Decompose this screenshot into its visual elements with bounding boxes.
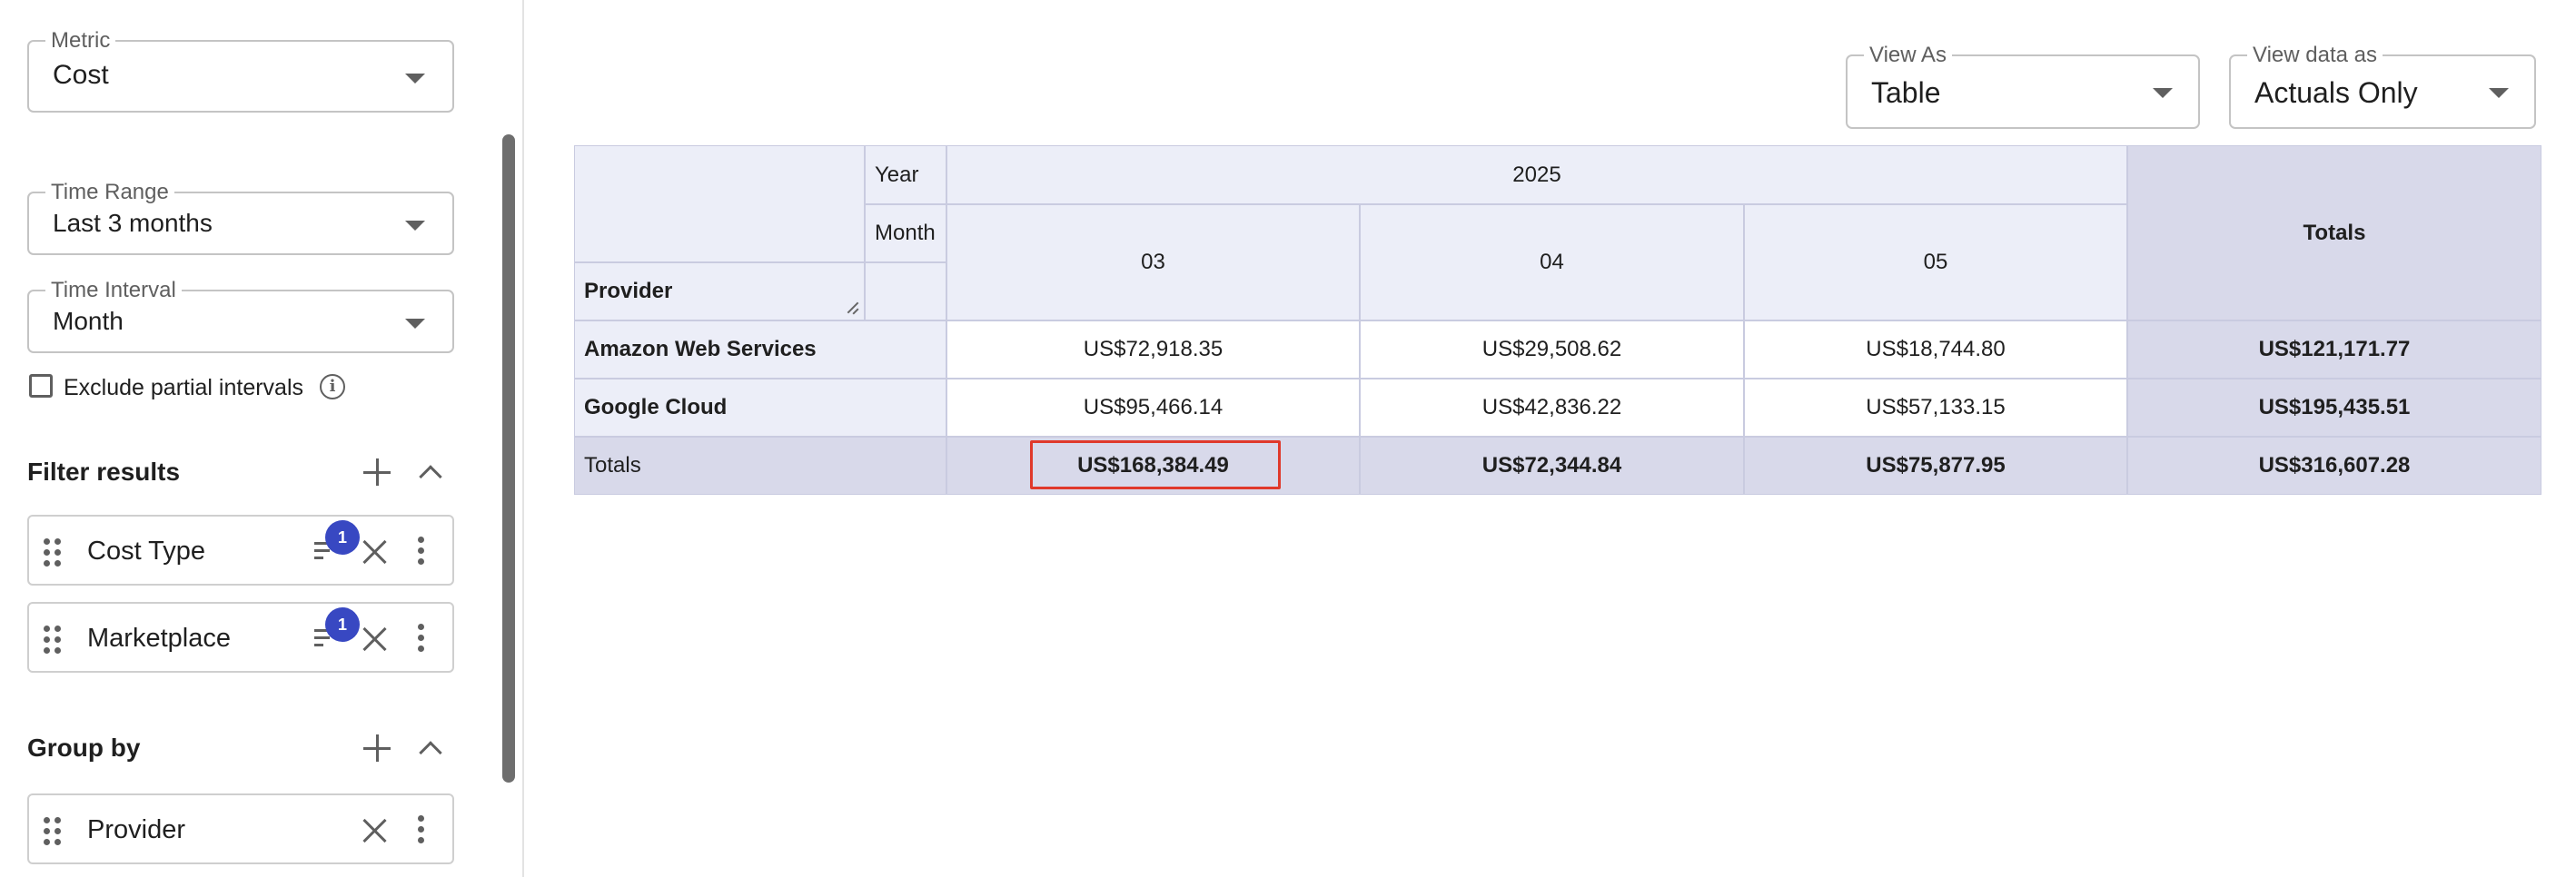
row-total-cell[interactable]: US$121,171.77 [2127,320,2541,379]
chevron-down-icon [2153,88,2173,98]
filter-count-badge: 1 [325,607,360,642]
chevron-down-icon [405,319,425,329]
pivot-empty-cell [865,262,946,320]
chevron-down-icon [405,221,425,231]
totals-column-header: Totals [2127,145,2541,320]
sidebar: Metric Cost Time Range Last 3 months Tim… [0,0,524,877]
year-axis-label: Year [865,145,946,204]
exclude-partial-label: Exclude partial intervals [64,375,304,400]
close-icon[interactable] [362,538,389,566]
column-total-cell[interactable]: US$72,344.84 [1360,437,1744,495]
value-cell[interactable]: US$29,508.62 [1360,320,1744,379]
value-cell[interactable]: US$72,918.35 [946,320,1360,379]
metric-label: Metric [45,28,116,54]
more-vert-icon[interactable] [418,815,425,844]
pivot-corner-cell [574,145,865,262]
value-cell[interactable]: US$18,744.80 [1744,320,2127,379]
filter-count-badge: 1 [325,520,360,555]
close-icon[interactable] [362,817,389,844]
column-total-cell[interactable]: US$168,384.49 [946,437,1360,495]
provider-row-header[interactable]: Provider [574,262,865,320]
filter-chip-label: Marketplace [87,624,231,653]
month-header: 04 [1360,204,1744,320]
more-vert-icon[interactable] [418,624,425,653]
group-by-title: Group by [27,734,141,762]
view-data-as-label: View data as [2247,43,2383,68]
chevron-down-icon [2489,88,2509,98]
provider-header-label: Provider [584,279,673,303]
add-filter-icon[interactable] [362,457,392,488]
row-header-provider: Google Cloud [574,379,946,437]
time-interval-value: Month [53,307,124,335]
collapse-group-icon[interactable] [419,741,442,764]
metric-value: Cost [53,60,109,90]
view-data-as-select[interactable]: View data as Actuals Only [2229,43,2536,129]
month-axis-label: Month [865,204,946,262]
filter-chip-marketplace[interactable]: Marketplace 1 [27,602,454,673]
time-range-select[interactable]: Time Range Last 3 months [27,180,454,255]
month-header: 03 [946,204,1360,320]
value-cell[interactable]: US$57,133.15 [1744,379,2127,437]
month-header: 05 [1744,204,2127,320]
time-interval-select[interactable]: Time Interval Month [27,278,454,353]
view-as-label: View As [1864,43,1952,68]
collapse-filters-icon[interactable] [419,465,442,488]
resize-handle-icon[interactable] [846,301,858,314]
totals-row-header: Totals [574,437,946,495]
column-total-cell[interactable]: US$75,877.95 [1744,437,2127,495]
time-interval-label: Time Interval [45,278,182,303]
drag-handle-icon[interactable] [44,538,62,567]
row-total-cell[interactable]: US$195,435.51 [2127,379,2541,437]
year-header: 2025 [946,145,2127,204]
more-vert-icon[interactable] [418,537,425,566]
close-icon[interactable] [362,626,389,653]
view-as-select[interactable]: View As Table [1846,43,2200,129]
value-cell[interactable]: US$95,466.14 [946,379,1360,437]
drag-handle-icon[interactable] [44,626,62,654]
time-range-label: Time Range [45,180,174,205]
group-chip-label: Provider [87,815,185,844]
drag-handle-icon[interactable] [44,817,62,845]
view-data-as-value: Actuals Only [2254,76,2418,109]
view-as-value: Table [1871,76,1941,109]
group-chip-provider[interactable]: Provider [27,793,454,864]
info-icon[interactable]: i [320,374,345,399]
filter-results-title: Filter results [27,458,181,486]
exclude-partial-checkbox[interactable] [29,374,53,398]
time-range-value: Last 3 months [53,209,213,237]
chevron-down-icon [405,74,425,84]
add-group-icon[interactable] [362,733,392,764]
metric-select[interactable]: Metric Cost [27,28,454,113]
pivot-table: Year Month Provider 2025 03 04 05 Totals… [574,145,2541,496]
sidebar-scrollbar[interactable] [502,134,515,783]
filter-chip-cost-type[interactable]: Cost Type 1 [27,515,454,586]
filter-chip-label: Cost Type [87,537,206,566]
value-cell[interactable]: US$42,836.22 [1360,379,1744,437]
grand-total-cell[interactable]: US$316,607.28 [2127,437,2541,495]
row-header-provider: Amazon Web Services [574,320,946,379]
